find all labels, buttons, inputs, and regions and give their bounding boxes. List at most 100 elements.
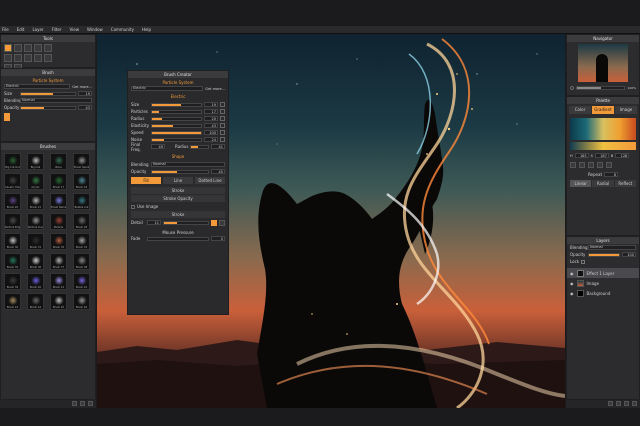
duplicate-layer-icon[interactable]: [616, 401, 621, 406]
brush-thumbnail[interactable]: Brush 33: [73, 233, 90, 250]
brush-blending-select[interactable]: Normal: [20, 98, 92, 103]
stroke-fill-tab[interactable]: Fill: [131, 177, 161, 184]
palette-tab-image[interactable]: Image: [615, 106, 637, 114]
stroke-heading[interactable]: Stroke: [131, 187, 225, 194]
menu-filter[interactable]: Filter: [52, 26, 62, 34]
brush-thumbnail[interactable]: Brush 43: [4, 293, 21, 310]
layers-opacity-value[interactable]: 100: [622, 252, 636, 257]
navigator-preview[interactable]: [578, 44, 628, 82]
brush-size-slider[interactable]: [20, 91, 76, 96]
repeat-value[interactable]: 8: [604, 172, 619, 177]
stroke-dotted-tab[interactable]: Dotted Line: [195, 177, 225, 184]
pressure-icon[interactable]: [220, 116, 225, 121]
eye-icon[interactable]: ◉: [570, 271, 574, 276]
delete-brush-icon[interactable]: [88, 401, 93, 406]
transform-tool-icon[interactable]: [44, 54, 52, 62]
s-value[interactable]: 187: [594, 153, 609, 158]
navigator-zoom-slider[interactable]: [576, 85, 626, 90]
param-slider[interactable]: [151, 109, 202, 114]
brush-tool-icon[interactable]: [4, 44, 12, 52]
detail-color-swatch[interactable]: [211, 219, 217, 226]
param-value[interactable]: 43: [204, 123, 218, 128]
menu-file[interactable]: File: [2, 26, 9, 34]
eyedropper-tool-icon[interactable]: [24, 44, 32, 52]
fade-value[interactable]: 0: [211, 236, 225, 241]
bc-opacity-slider[interactable]: [151, 169, 209, 174]
brush-thumbnail[interactable]: Bone: [50, 153, 67, 170]
brush-thumbnail[interactable]: Brush 39: [4, 273, 21, 290]
layers-opacity-slider[interactable]: [588, 252, 620, 257]
brush-thumbnail[interactable]: Brush 21: [27, 193, 44, 210]
brush-thumbnail[interactable]: Brush 36: [27, 253, 44, 270]
brush-thumbnail[interactable]: Brush 17: [50, 173, 67, 190]
gradient-preview-bar[interactable]: [570, 142, 636, 150]
menu-view[interactable]: View: [70, 26, 80, 34]
zoom-out-icon[interactable]: [570, 85, 574, 90]
menu-community[interactable]: Community: [111, 26, 134, 34]
brush-thumbnail[interactable]: Acrylic: [27, 173, 44, 190]
brush-thumbnail[interactable]: Brush 31: [27, 233, 44, 250]
eraser-tool-icon[interactable]: [14, 44, 22, 52]
smudge-tool-icon[interactable]: [34, 44, 42, 52]
brush-thumbnail[interactable]: Brush 40: [27, 273, 44, 290]
layers-blending-select[interactable]: Normal: [588, 245, 636, 250]
brush-thumbnail[interactable]: Brush 28: [73, 213, 90, 230]
bc-blending-select[interactable]: Normal: [151, 162, 225, 167]
brush-thumbnail[interactable]: Brush 46: [73, 293, 90, 310]
pressure-icon[interactable]: [220, 109, 225, 114]
brush-thumbnail[interactable]: Brush Sparkle: [73, 153, 90, 170]
add-stop-icon[interactable]: [570, 162, 576, 168]
layer-row-background[interactable]: ◉ Background: [567, 288, 639, 298]
shape-tool-icon[interactable]: [4, 54, 12, 62]
use-image-checkbox[interactable]: [131, 204, 135, 209]
bc-opacity-value[interactable]: 45: [211, 169, 225, 174]
layer-row-image[interactable]: ◉ Image: [567, 278, 639, 288]
flip-gradient-icon[interactable]: [588, 162, 594, 168]
layer-fx-icon[interactable]: [624, 401, 629, 406]
detail-picker-icon[interactable]: [219, 219, 225, 226]
pressure-icon[interactable]: [220, 102, 225, 107]
brush-thumbnail[interactable]: Big Cut Out: [4, 153, 21, 170]
fill-tool-icon[interactable]: [44, 44, 52, 52]
menu-layer[interactable]: Layer: [32, 26, 43, 34]
gradient-swatches[interactable]: [570, 118, 636, 140]
b-value[interactable]: 128: [615, 153, 630, 158]
brush-thumbnail[interactable]: Brush 45: [50, 293, 67, 310]
stroke-heading-2[interactable]: Stroke: [131, 211, 225, 218]
param-value[interactable]: 100: [204, 130, 218, 135]
brush-color-swatch[interactable]: [4, 113, 10, 121]
brush-get-more-link[interactable]: Get more...: [72, 85, 92, 89]
brush-opacity-value[interactable]: 43: [78, 105, 92, 110]
brush-creator-get-more-link[interactable]: Get more...: [205, 87, 225, 91]
brush-thumbnail[interactable]: Bubble Cut: [73, 193, 90, 210]
final-freq-value[interactable]: 49: [151, 144, 165, 149]
menu-help[interactable]: Help: [142, 26, 151, 34]
param-value[interactable]: 20: [204, 116, 218, 121]
duplicate-brush-icon[interactable]: [80, 401, 85, 406]
menu-edit[interactable]: Edit: [17, 26, 25, 34]
remove-stop-icon[interactable]: [579, 162, 585, 168]
fade-slider[interactable]: [147, 236, 209, 241]
gradient-mode-linear[interactable]: Linear: [570, 180, 592, 187]
brush-thumbnail[interactable]: Brush 41: [50, 273, 67, 290]
palette-tab-color[interactable]: Color: [569, 106, 591, 114]
brush-thumbnail[interactable]: Particle Dust: [27, 213, 44, 230]
radius2-slider[interactable]: [190, 144, 209, 149]
stroke-line-tab[interactable]: Line: [163, 177, 193, 184]
delete-layer-icon[interactable]: [632, 401, 637, 406]
save-gradient-icon[interactable]: [606, 162, 612, 168]
param-slider[interactable]: [151, 102, 202, 107]
brush-thumbnail[interactable]: Brush Name: [50, 193, 67, 210]
brush-creator-preset-select[interactable]: Electric: [131, 86, 204, 91]
brush-thumbnail[interactable]: Brush 35: [4, 253, 21, 270]
param-slider[interactable]: [151, 137, 202, 142]
h-value[interactable]: 165: [574, 153, 589, 158]
lasso-tool-icon[interactable]: [34, 54, 42, 62]
brush-preset-select[interactable]: Electric: [4, 84, 71, 89]
stroke-opacity-heading[interactable]: Stroke Opacity: [131, 195, 225, 202]
move-tool-icon[interactable]: [14, 54, 22, 62]
param-slider[interactable]: [151, 130, 202, 135]
pressure-icon[interactable]: [220, 137, 225, 142]
lock-icon[interactable]: [581, 259, 586, 264]
eye-icon[interactable]: ◉: [570, 281, 574, 286]
